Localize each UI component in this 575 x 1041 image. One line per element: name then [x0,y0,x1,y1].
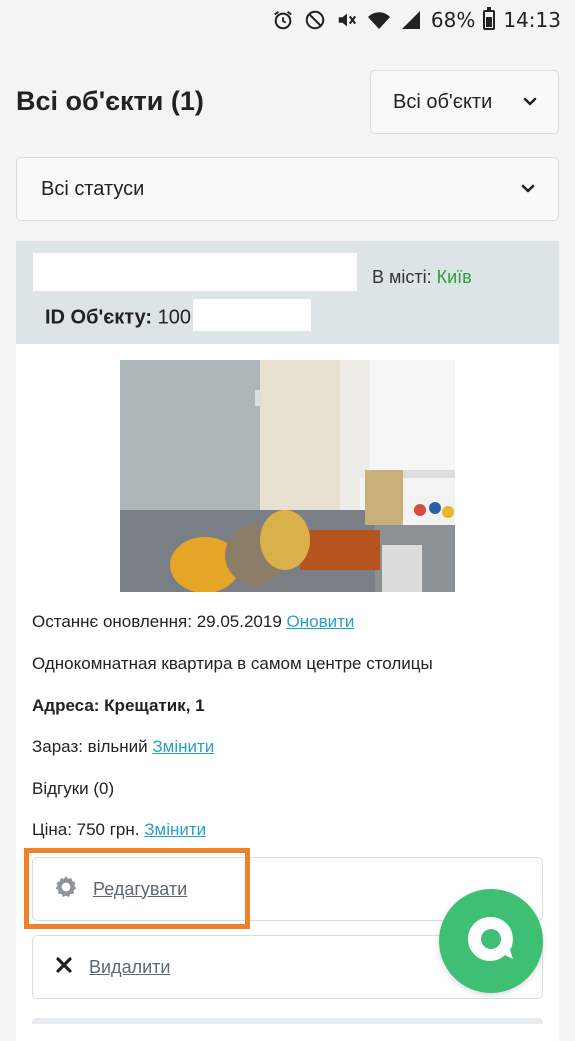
property-name-redacted [33,253,357,291]
chevron-down-icon [522,94,538,110]
change-availability-link[interactable]: Змінити [152,737,214,756]
reviews-count: Відгуки (0) [32,779,115,798]
alarm-icon [271,8,295,32]
next-card-edge [32,1018,543,1024]
city-value: Київ [436,267,472,287]
edit-button-label: Редагувати [93,878,188,899]
property-photo[interactable] [120,360,455,592]
clock: 14:13 [503,8,561,32]
object-id-redacted [193,299,312,331]
availability-line: Зараз: вільний Змінити [32,737,214,757]
availability-label: Зараз: вільний [32,737,148,756]
page-title: Всі об'єкти (1) [16,86,204,116]
price-line: Ціна: 750 грн. Змінити [32,820,206,840]
status-bar: 68% 14:13 [0,0,575,40]
delete-button-label: Видалити [89,956,171,977]
object-id-value: 100 [157,306,192,329]
do-not-disturb-icon [303,8,327,32]
wifi-icon [367,8,391,32]
object-id-line: ID Об'єкту: 100 [45,299,312,334]
property-description: Однокомнатная квартира в самом центре ст… [32,654,433,673]
chevron-down-icon [520,181,536,197]
last-update-label: Останнє оновлення: 29.05.2019 [32,612,282,631]
status-filter-value: Всі статуси [41,177,145,200]
battery-icon [483,7,496,30]
objects-filter-value: Всі об'єкти [393,90,493,113]
property-address: Адреса: Крещатик, 1 [32,696,205,715]
price-label: Ціна: 750 грн. [32,820,140,839]
mute-icon [335,8,359,32]
gear-icon [53,874,79,905]
refresh-link[interactable]: Оновити [287,612,355,631]
city-label: В місті: [372,267,432,287]
change-price-link[interactable]: Змінити [144,820,206,839]
chat-bubble-icon [463,911,519,972]
close-icon [53,954,75,981]
last-update-line: Останнє оновлення: 29.05.2019 Оновити [32,612,354,632]
city-line: В місті: Київ [372,267,472,288]
object-id-label: ID Об'єкту: [45,306,153,329]
status-filter-select[interactable]: Всі статуси [16,157,559,221]
property-card-header: В місті: Київ ID Об'єкту: 100 [16,241,559,344]
objects-filter-select[interactable]: Всі об'єкти [370,70,559,134]
signal-icon [399,8,423,32]
battery-percent: 68% [430,8,476,32]
chat-button[interactable] [439,889,543,993]
